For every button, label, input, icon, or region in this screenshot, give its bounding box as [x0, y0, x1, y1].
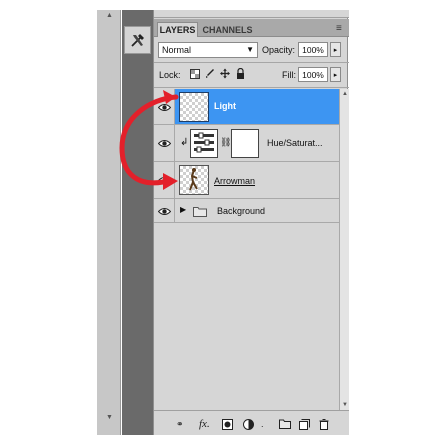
layer-row-light[interactable]: Light — [154, 89, 339, 125]
layer-row-arrowman[interactable]: Arrowman — [154, 162, 339, 199]
layer-name[interactable]: Arrowman — [214, 176, 255, 186]
panel-tab-bar: LAYERS CHANNELS ≡ — [154, 19, 349, 37]
visibility-toggle[interactable] — [154, 162, 175, 198]
opacity-label: Opacity: — [262, 45, 296, 55]
eye-icon — [158, 140, 171, 147]
visibility-toggle[interactable] — [154, 199, 175, 222]
link-icon[interactable]: ⛓ — [220, 137, 231, 148]
layer-name[interactable]: Hue/Saturat... — [267, 138, 323, 148]
tab-channels[interactable]: CHANNELS — [200, 22, 255, 37]
layers-bottom-toolbar: ⚭ fx. . — [154, 410, 349, 435]
lock-paint-icon[interactable] — [205, 68, 215, 79]
opacity-slider-button[interactable]: ▸ — [330, 42, 341, 57]
layer-row-hue-saturation[interactable]: ↲ ⛓ Hue/Saturat... — [154, 125, 339, 162]
scroll-down-arrow-icon[interactable]: ▼ — [342, 402, 348, 408]
lock-icons — [190, 68, 245, 79]
fill-label: Fill: — [282, 70, 296, 80]
layer-row-background[interactable]: ▶ Background — [154, 199, 339, 223]
scroll-down-arrow-icon[interactable]: ▼ — [106, 414, 113, 421]
scroll-up-arrow-icon[interactable]: ▲ — [106, 12, 113, 19]
layers-list: Light ↲ ⛓ Hue/Saturat... Arrowman ▶ Back… — [154, 89, 339, 410]
visibility-toggle[interactable] — [154, 125, 175, 161]
figure-icon — [189, 168, 198, 191]
layers-scrollbar[interactable]: ▲ ▼ — [339, 89, 349, 410]
layer-thumbnail[interactable] — [179, 165, 209, 195]
layer-name[interactable]: Background — [217, 206, 265, 216]
clipping-arrow-icon: ↲ — [180, 137, 189, 148]
panel-dock — [122, 10, 153, 435]
tools-dock-button[interactable] — [124, 26, 151, 54]
visibility-toggle[interactable] — [154, 89, 175, 124]
folder-icon — [193, 207, 207, 217]
divider — [154, 62, 349, 63]
lock-transparency-icon[interactable] — [190, 68, 200, 79]
blend-mode-select[interactable]: Normal ▼ — [158, 42, 258, 58]
panel-top-strip — [154, 10, 349, 18]
chevron-down-icon: ▼ — [246, 45, 254, 54]
layers-panel: LAYERS CHANNELS ≡ Normal ▼ Opacity: 100%… — [153, 10, 349, 435]
eye-icon — [158, 208, 171, 215]
tools-icon — [130, 34, 144, 47]
eye-icon — [158, 177, 171, 184]
eye-icon — [158, 104, 171, 111]
app-scrollbar[interactable]: ▲ ▼ — [97, 10, 121, 435]
trash-icon[interactable] — [319, 418, 329, 430]
fill-field[interactable]: 100% — [298, 67, 328, 82]
fill-slider-button[interactable]: ▸ — [330, 67, 341, 82]
layer-thumbnail[interactable] — [179, 92, 209, 122]
layer-mask-thumbnail[interactable] — [231, 129, 259, 158]
panel-menu-icon[interactable]: ≡ — [336, 23, 346, 34]
blend-mode-value: Normal — [162, 45, 192, 55]
mask-icon[interactable] — [222, 418, 233, 430]
dot-icon: . — [261, 419, 264, 429]
lock-position-icon[interactable] — [220, 68, 230, 79]
layer-name[interactable]: Light — [214, 101, 236, 111]
expand-triangle-icon[interactable]: ▶ — [180, 205, 186, 214]
opacity-field[interactable]: 100% — [298, 42, 328, 57]
lock-all-icon[interactable] — [235, 68, 245, 79]
fx-icon[interactable]: fx. — [199, 418, 210, 430]
lock-label: Lock: — [159, 70, 181, 80]
scroll-up-arrow-icon[interactable]: ▲ — [342, 91, 348, 97]
adjustment-icon[interactable] — [243, 418, 254, 430]
tab-layers[interactable]: LAYERS — [157, 22, 198, 37]
folder-icon[interactable] — [279, 418, 291, 430]
adjustment-icon[interactable] — [190, 129, 218, 158]
link-icon[interactable]: ⚭ — [176, 418, 184, 430]
new-layer-icon[interactable] — [299, 418, 310, 430]
divider — [154, 87, 349, 88]
